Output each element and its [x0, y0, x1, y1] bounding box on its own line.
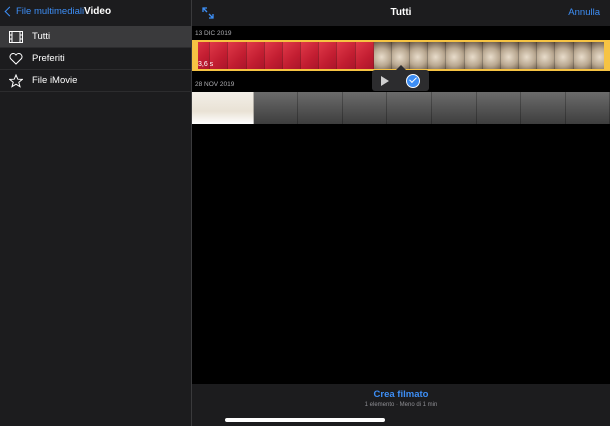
clip-frame — [464, 40, 483, 71]
selection-summary: 1 elemento · Meno di 1 min — [364, 402, 438, 408]
sidebar-item-label: File iMovie — [32, 75, 78, 86]
cancel-button[interactable]: Annulla — [568, 7, 600, 18]
sidebar: File multimediali Video Tutti Preferiti … — [0, 0, 191, 426]
clip-frame — [342, 92, 388, 124]
clip-frame — [355, 40, 374, 71]
clip-frame — [264, 40, 283, 71]
clip-frame — [476, 92, 522, 124]
clip-frame — [192, 92, 254, 124]
star-icon — [8, 73, 24, 89]
page-title: Tutti — [390, 7, 412, 18]
clip-duration: 3,6 s — [198, 61, 214, 68]
sidebar-item-file-imovie[interactable]: File iMovie — [0, 70, 191, 92]
sidebar-item-label: Tutti — [32, 31, 51, 42]
chevron-left-icon — [4, 6, 15, 17]
sidebar-header: File multimediali Video — [0, 0, 191, 26]
sidebar-item-preferiti[interactable]: Preferiti — [0, 48, 191, 70]
top-bar: Tutti Annulla — [192, 0, 610, 26]
clip-frame — [537, 40, 556, 71]
checkmark-icon[interactable] — [406, 73, 421, 88]
clip-frame — [521, 92, 566, 124]
clip-frame — [555, 40, 574, 71]
clip-frame — [298, 92, 343, 124]
clip-action-popover — [372, 65, 429, 91]
clip-frame — [428, 40, 447, 71]
clip-frame — [282, 40, 302, 71]
clip-frame — [301, 40, 320, 71]
back-button[interactable]: File multimediali — [4, 6, 84, 17]
clip-frame — [482, 40, 501, 71]
clip-frame — [446, 40, 465, 71]
film-icon — [8, 29, 24, 45]
clip-frame — [565, 92, 610, 124]
clip-frame — [253, 92, 299, 124]
video-clip[interactable] — [192, 92, 610, 124]
home-indicator[interactable] — [225, 418, 385, 422]
sidebar-title: Video — [84, 6, 112, 17]
clip-frame — [500, 40, 520, 71]
heart-icon — [8, 51, 24, 67]
clip-frame — [387, 92, 432, 124]
create-movie-button[interactable]: Crea filmato — [192, 389, 610, 400]
date-label: 28 NOV 2019 — [195, 81, 235, 88]
clip-frame — [228, 40, 247, 71]
clip-frame — [431, 92, 477, 124]
clip-frame — [519, 40, 538, 71]
clip-frame — [373, 40, 392, 71]
clip-frame — [591, 40, 610, 71]
clip-frame — [246, 40, 265, 71]
clip-frame — [573, 40, 592, 71]
date-label: 13 DIC 2019 — [195, 30, 232, 37]
back-label: File multimediali — [16, 6, 85, 17]
sidebar-item-tutti[interactable]: Tutti — [0, 26, 191, 48]
main-panel: Tutti Annulla 13 DIC 2019 3,6 s 28 NOV 2… — [192, 0, 610, 426]
clip-frame — [319, 40, 338, 71]
clip-frame — [410, 40, 429, 71]
sidebar-item-label: Preferiti — [32, 53, 65, 64]
play-icon[interactable] — [380, 75, 389, 86]
clip-frame — [337, 40, 356, 71]
